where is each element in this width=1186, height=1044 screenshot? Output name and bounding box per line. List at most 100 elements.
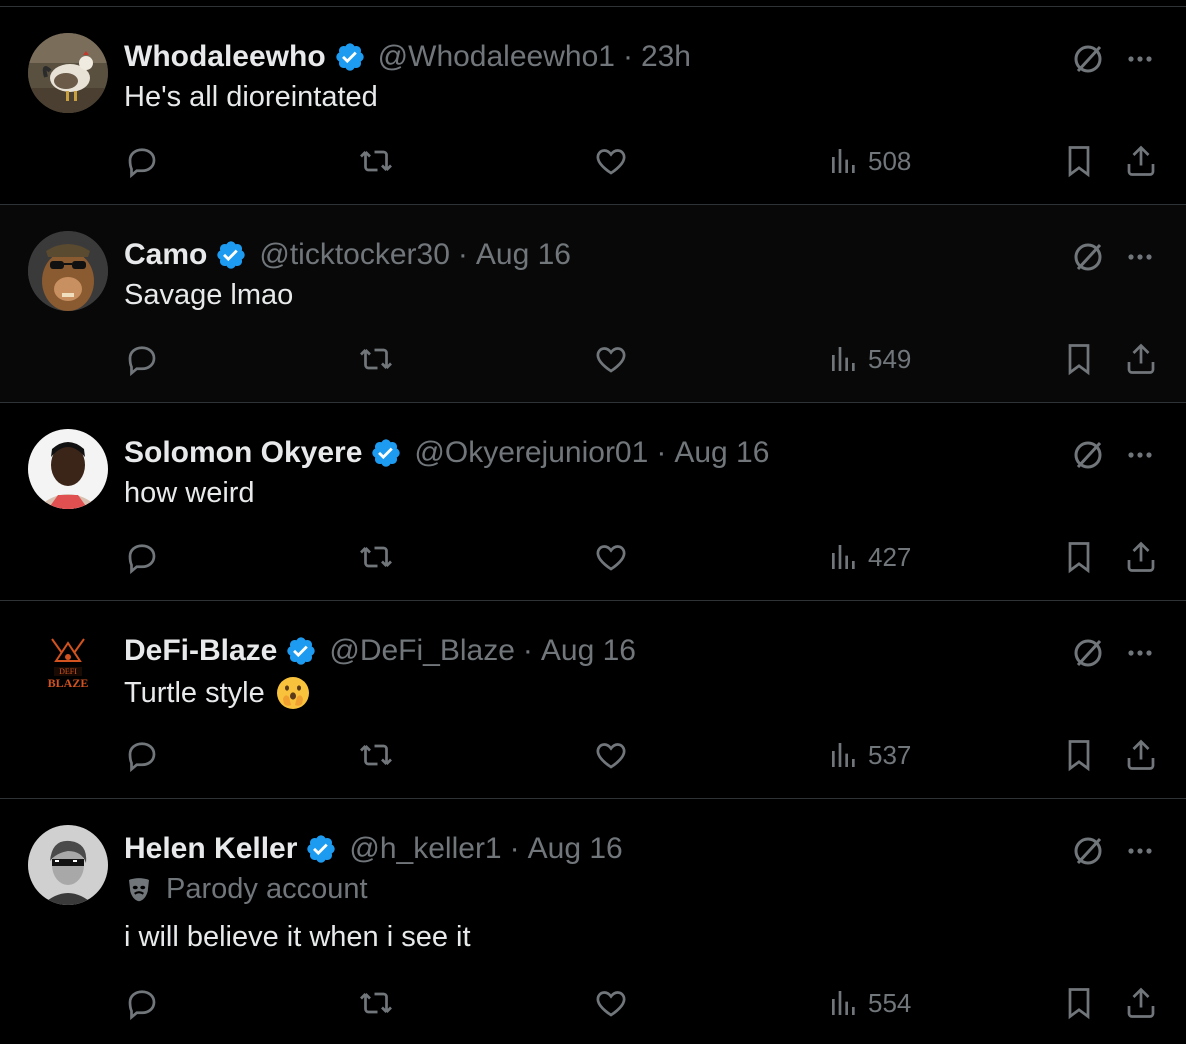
share-button[interactable] (1123, 537, 1159, 577)
bookmark-button[interactable] (1061, 735, 1097, 775)
tweet-text: how weird (124, 477, 255, 509)
share-button[interactable] (1123, 339, 1159, 379)
tweet-card[interactable]: Whodaleewho @Whodaleewho1 · 23h He's all… (0, 7, 1186, 205)
repost-icon (360, 150, 392, 172)
avatar[interactable] (28, 231, 108, 311)
more-icon[interactable] (1120, 633, 1160, 673)
repost-icon (360, 744, 392, 766)
grok-icon[interactable] (1068, 633, 1108, 673)
views-count: 427 (868, 541, 912, 572)
share-icon (1127, 987, 1155, 1018)
tweet-header: Camo @ticktocker30 · Aug 16 (124, 235, 571, 275)
tweet-header: Whodaleewho @Whodaleewho1 · 23h (124, 37, 691, 77)
parody-label-text: Parody account (166, 873, 368, 905)
bookmark-button[interactable] (1061, 537, 1097, 577)
svg-text:DEFI: DEFI (59, 667, 77, 676)
bookmark-button[interactable] (1061, 983, 1097, 1023)
reply-button[interactable] (124, 537, 160, 577)
reply-button[interactable] (124, 735, 160, 775)
share-icon (1127, 739, 1155, 770)
action-bar: 549 (0, 205, 1186, 377)
views-button[interactable]: 537 (828, 735, 911, 775)
timestamp[interactable]: Aug 16 (541, 634, 636, 668)
avatar[interactable] (28, 825, 108, 905)
views-icon (832, 347, 855, 371)
views-icon (832, 149, 855, 173)
share-button[interactable] (1123, 141, 1159, 181)
svg-text:BLAZE: BLAZE (48, 676, 89, 690)
views-button[interactable]: 427 (828, 537, 911, 577)
tweet-card[interactable]: Camo @ticktocker30 · Aug 16 Savage lmao (0, 205, 1186, 403)
repost-button[interactable] (358, 339, 394, 379)
grok-icon[interactable] (1068, 831, 1108, 871)
more-icon[interactable] (1120, 435, 1160, 475)
avatar[interactable]: DEFI BLAZE (28, 627, 108, 707)
share-icon (1127, 145, 1155, 176)
reply-icon (128, 148, 156, 179)
timestamp[interactable]: 23h (641, 40, 691, 74)
like-icon (596, 743, 626, 769)
tweet-text: He's all dioreintated (124, 81, 378, 113)
reply-button[interactable] (124, 339, 160, 379)
repost-button[interactable] (358, 983, 394, 1023)
share-icon (1127, 343, 1155, 374)
grok-icon[interactable] (1068, 435, 1108, 475)
more-icon[interactable] (1120, 237, 1160, 277)
like-icon (596, 545, 626, 571)
like-button[interactable] (593, 339, 629, 379)
user-handle[interactable]: @Okyerejunior01 (414, 436, 648, 470)
bookmark-icon (1068, 988, 1090, 1020)
user-handle[interactable]: @h_keller1 (349, 832, 501, 866)
repost-button[interactable] (358, 735, 394, 775)
verified-badge-icon (370, 437, 402, 469)
views-icon (832, 545, 855, 569)
repost-button[interactable] (358, 537, 394, 577)
like-button[interactable] (593, 735, 629, 775)
timestamp[interactable]: Aug 16 (528, 832, 623, 866)
reply-button[interactable] (124, 983, 160, 1023)
more-icon[interactable] (1120, 831, 1160, 871)
views-button[interactable]: 549 (828, 339, 911, 379)
bookmark-icon (1068, 740, 1090, 772)
user-handle[interactable]: @ticktocker30 (259, 238, 450, 272)
action-bar: 508 (0, 7, 1186, 179)
face-with-hand-over-mouth-emoji (275, 675, 311, 711)
bookmark-button[interactable] (1061, 339, 1097, 379)
separator-dot: · (457, 238, 468, 271)
like-button[interactable] (593, 983, 629, 1023)
display-name[interactable]: Helen Keller (124, 832, 297, 866)
grok-icon[interactable] (1068, 39, 1108, 79)
reply-button[interactable] (124, 141, 160, 181)
share-button[interactable] (1123, 983, 1159, 1023)
verified-badge-icon (285, 635, 317, 667)
tweet-card[interactable]: Solomon Okyere @Okyerejunior01 · Aug 16 … (0, 403, 1186, 601)
like-button[interactable] (593, 141, 629, 181)
avatar[interactable] (28, 33, 108, 113)
like-button[interactable] (593, 537, 629, 577)
repost-icon (360, 348, 392, 370)
verified-badge-icon (305, 833, 337, 865)
views-button[interactable]: 508 (828, 141, 911, 181)
user-handle[interactable]: @DeFi_Blaze (329, 634, 515, 668)
repost-button[interactable] (358, 141, 394, 181)
more-icon[interactable] (1120, 39, 1160, 79)
tweet-card[interactable]: DEFI BLAZE DeFi-Blaze @DeFi_Blaze · Aug … (0, 601, 1186, 799)
user-handle[interactable]: @Whodaleewho1 (378, 40, 615, 74)
separator-dot: · (509, 832, 520, 865)
grok-icon[interactable] (1068, 237, 1108, 277)
display-name[interactable]: Camo (124, 238, 207, 272)
share-button[interactable] (1123, 735, 1159, 775)
timestamp[interactable]: Aug 16 (674, 436, 769, 470)
timestamp[interactable]: Aug 16 (476, 238, 571, 272)
tweet-text-content: Turtle style (124, 676, 265, 709)
display-name[interactable]: DeFi-Blaze (124, 634, 277, 668)
tweet-card[interactable]: Helen Keller @h_keller1 · Aug 16 Parody … (0, 799, 1186, 1044)
display-name[interactable]: Whodaleewho (124, 40, 326, 74)
avatar[interactable] (28, 429, 108, 509)
tweet-text: i will believe it when i see it (124, 921, 471, 953)
share-icon (1127, 541, 1155, 572)
views-button[interactable]: 554 (828, 983, 911, 1023)
display-name[interactable]: Solomon Okyere (124, 436, 362, 470)
bookmark-button[interactable] (1061, 141, 1097, 181)
views-count: 549 (868, 343, 912, 374)
